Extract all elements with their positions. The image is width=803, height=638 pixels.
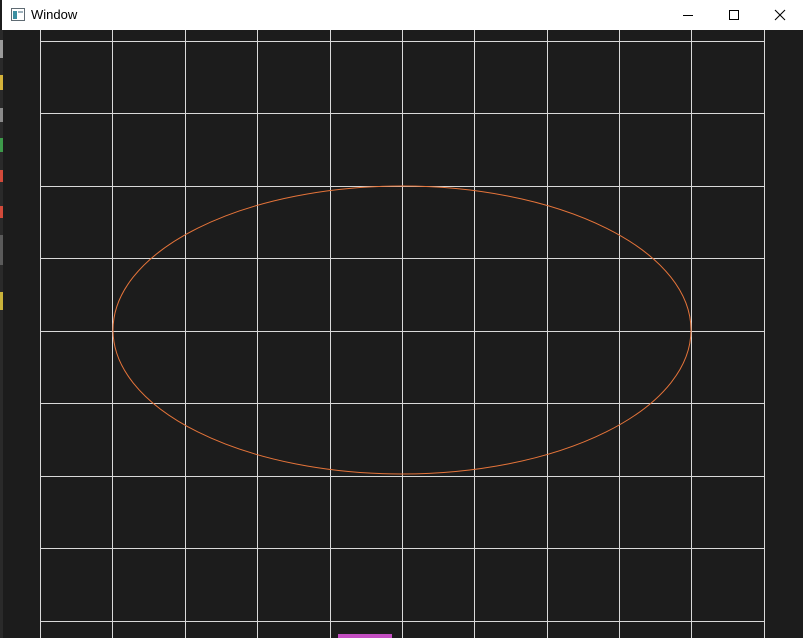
app-icon (11, 8, 25, 21)
close-icon (774, 9, 786, 21)
drawing-canvas[interactable] (3, 30, 803, 638)
minimize-button[interactable] (665, 0, 711, 30)
application-window: Window (0, 0, 803, 638)
taskbar-indicator (338, 634, 392, 638)
close-button[interactable] (757, 0, 803, 30)
title-bar[interactable]: Window (2, 0, 803, 30)
window-title: Window (31, 7, 78, 22)
maximize-button[interactable] (711, 0, 757, 30)
maximize-icon (729, 10, 739, 20)
grid (40, 30, 765, 638)
minimize-icon (683, 15, 693, 16)
